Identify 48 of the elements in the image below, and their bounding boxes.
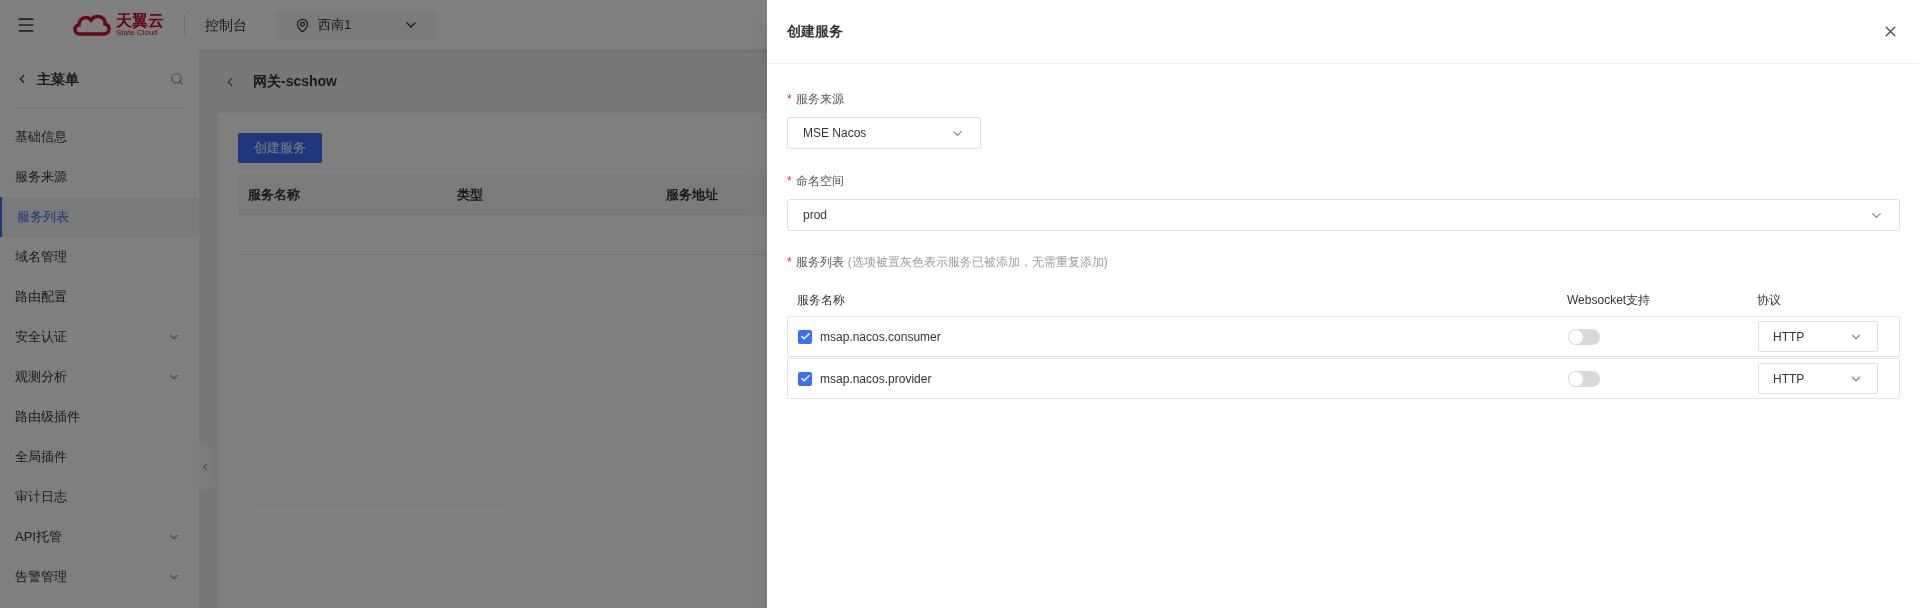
column-header: 协议 [1757,292,1781,309]
sidebar-title: 主菜单 [37,69,79,89]
sidebar-item[interactable]: 服务列表 [0,197,199,237]
required-mark: * [787,173,792,190]
chevron-left-icon [200,461,210,472]
cloud-logo-icon [72,12,112,38]
websocket-toggle[interactable] [1568,328,1600,345]
field-hint: (选项被置灰色表示服务已被添加，无需重复添加) [847,254,1108,271]
namespace-select[interactable]: prod [787,199,1900,231]
page-title: 网关-scshow [253,72,337,91]
column-header: 服务名称 [247,185,301,204]
region-selector[interactable]: 西南1 [277,10,437,40]
create-service-button[interactable]: 创建服务 [238,133,322,163]
sidebar-item[interactable]: 全局插件 [0,437,199,477]
sidebar-item[interactable]: 观测分析 [0,357,199,397]
sidebar-item[interactable]: 安全认证 [0,317,199,357]
field-label: 服务列表 [795,254,844,271]
drawer-title: 创建服务 [787,22,843,41]
service-name: msap.nacos.provider [820,370,932,388]
sidebar-item[interactable]: API托管 [0,517,199,557]
console-link[interactable]: 控制台 [205,14,247,36]
sidebar-item[interactable]: 基础信息 [0,117,199,157]
collapse-handle[interactable] [199,443,211,490]
required-mark: * [787,91,792,108]
column-header: Websocket支持 [1567,292,1652,309]
column-header: 类型 [456,185,484,204]
websocket-toggle[interactable] [1568,370,1600,387]
location-pin-icon [295,17,310,33]
column-header: 服务地址 [665,185,719,204]
protocol-select[interactable]: HTTP [1758,321,1878,352]
sidebar-item[interactable]: 审计日志 [0,477,199,517]
column-header: 服务名称 [796,292,846,309]
required-mark: * [787,254,792,271]
menu-icon[interactable] [16,15,36,35]
checkbox[interactable] [798,371,812,386]
sidebar-item[interactable]: 域名管理 [0,237,199,277]
logo-name: 天翼云 [116,13,164,29]
sidebar-item[interactable]: 路由配置 [0,277,199,317]
field-label: 服务来源 [795,91,844,108]
service-name: msap.nacos.consumer [820,328,941,346]
sidebar-item[interactable]: 路由级插件 [0,397,199,437]
sidebar-item[interactable]: 服务来源 [0,157,199,197]
source-select[interactable]: MSE Nacos [787,117,981,149]
sidebar-item[interactable]: 告警管理 [0,557,199,597]
protocol-select[interactable]: HTTP [1758,363,1878,394]
field-label: 命名空间 [795,173,844,190]
logo-subtitle: State Cloud [116,29,158,37]
checkbox[interactable] [798,329,812,344]
